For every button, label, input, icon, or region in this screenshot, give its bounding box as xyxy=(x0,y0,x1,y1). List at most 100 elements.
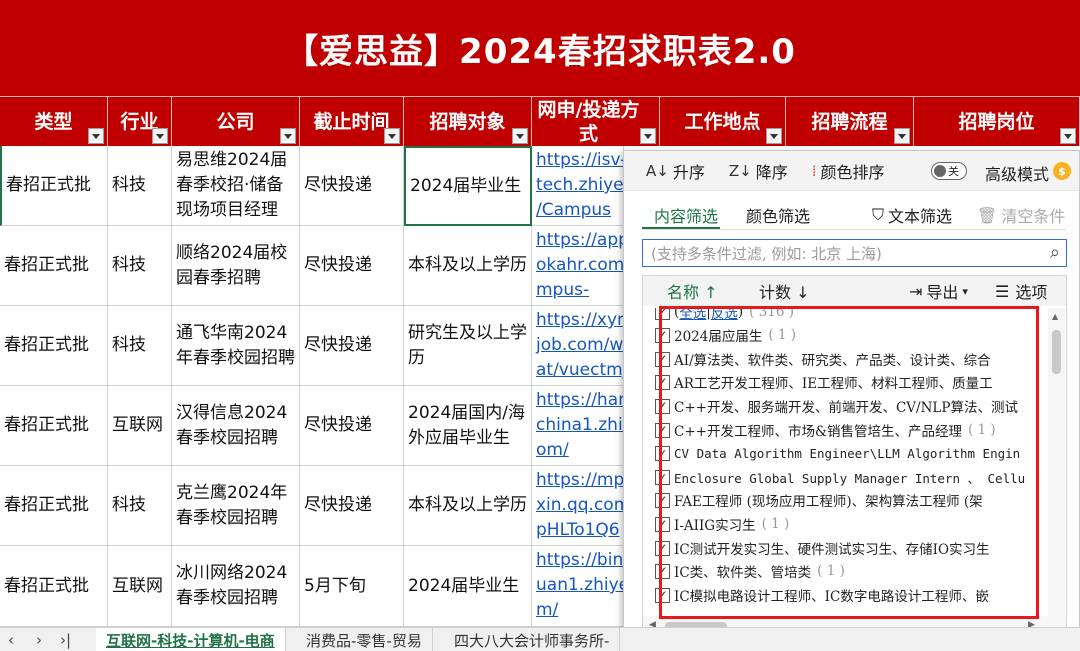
clear-conditions-label: 清空条件 xyxy=(1001,207,1066,226)
last-sheet-icon[interactable]: ›| xyxy=(60,631,71,649)
premium-coin-icon[interactable]: $ xyxy=(1053,162,1071,180)
checkbox[interactable]: ✓ xyxy=(655,492,670,508)
cell-deadline[interactable]: 尽快投递 xyxy=(300,306,404,386)
list-item[interactable]: ✓ IC模拟电路设计工程师、IC数字电路设计工程师、嵌 xyxy=(655,584,1045,606)
sort-by-name-button[interactable]: 名称 ↑ xyxy=(667,279,718,303)
select-all-item[interactable]: ✓ (全选 | 反选) ( 316 ) xyxy=(655,308,1045,323)
sort-descending-button[interactable]: Z↓ 降序 xyxy=(729,159,788,183)
cell-apply-link[interactable]: https://isv- tech.zhiye. /Campus xyxy=(532,146,624,226)
list-item[interactable]: ✓ AR工艺开发工程师、IE工程师、材料工程师、质量工 xyxy=(655,371,1045,393)
list-item[interactable]: ✓ Enclosure Global Supply Manager Intern… xyxy=(655,466,1045,488)
checkbox[interactable]: ✓ xyxy=(655,563,670,579)
cell-type[interactable]: 春招正式批 xyxy=(0,226,108,306)
checkbox[interactable]: ✓ xyxy=(655,516,670,532)
checkbox[interactable]: ✓ xyxy=(655,587,670,603)
checkbox[interactable]: ✓ xyxy=(655,398,670,414)
checkbox[interactable]: ✓ xyxy=(655,351,670,367)
cell-deadline[interactable]: 尽快投递 xyxy=(300,386,404,466)
scroll-up-icon[interactable]: ▲ xyxy=(1052,312,1058,321)
checkbox[interactable]: ✓ xyxy=(655,469,670,485)
export-button[interactable]: ⇥ 导出 ▾ xyxy=(909,279,968,303)
list-item[interactable]: ✓ FAE工程师 (现场应用工程师)、架构算法工程师 (架 xyxy=(655,489,1045,511)
list-item[interactable]: ✓ C++开发工程师、市场&销售管培生、产品经理 ( 1 ) xyxy=(655,419,1045,441)
cell-target[interactable]: 研究生及以上学历 xyxy=(404,306,532,386)
advanced-mode-toggle[interactable]: 关 xyxy=(931,162,967,180)
column-header-label: 招聘岗位 xyxy=(958,110,1035,133)
cell-apply-link[interactable]: https://app okahr.com mpus- xyxy=(532,226,624,306)
list-item[interactable]: ✓ AI/算法类、软件类、研究类、产品类、设计类、综合 xyxy=(655,348,1045,370)
filter-dropdown-icon[interactable] xyxy=(640,128,656,144)
tab-content-filter[interactable]: 内容筛选 xyxy=(654,203,718,227)
cell-company[interactable]: 克兰鹰2024年春季校园招聘 xyxy=(172,466,300,546)
cell-type[interactable]: 春招正式批 xyxy=(0,386,108,466)
cell-industry[interactable]: 科技 xyxy=(108,146,172,226)
cell-target[interactable]: 本科及以上学历 xyxy=(404,466,532,546)
filter-dropdown-icon[interactable] xyxy=(280,128,296,144)
list-item[interactable]: ✓ 2024届应届生 ( 1 ) xyxy=(655,324,1045,346)
cell-type[interactable]: 春招正式批 xyxy=(0,466,108,546)
filter-dropdown-icon[interactable] xyxy=(88,128,104,144)
list-item[interactable]: ✓ IC类、软件类、管培类 ( 1 ) xyxy=(655,560,1045,582)
filter-dropdown-icon[interactable] xyxy=(152,128,168,144)
cell-company[interactable]: 汉得信息2024春季校园招聘 xyxy=(172,386,300,466)
cell-apply-link[interactable]: https://har china1.zhiy om/ xyxy=(532,386,624,466)
cell-industry[interactable]: 科技 xyxy=(108,306,172,386)
cell-type[interactable]: 春招正式批 xyxy=(0,146,108,226)
checkbox[interactable]: ✓ xyxy=(655,374,670,390)
clear-conditions-button[interactable]: 🗑 清空条件 xyxy=(977,203,1065,227)
cell-deadline[interactable]: 5月下旬 xyxy=(300,546,404,627)
filter-dropdown-icon[interactable] xyxy=(384,128,400,144)
filter-dropdown-icon[interactable] xyxy=(512,128,528,144)
sheet-tab-consumer[interactable]: 消费品-零售-贸易 xyxy=(296,628,433,651)
checkbox[interactable]: ✓ xyxy=(655,445,670,461)
cell-industry[interactable]: 互联网 xyxy=(108,546,172,627)
cell-type[interactable]: 春招正式批 xyxy=(0,306,108,386)
cell-apply-link[interactable]: https://mp xin.qq.com pHLTo1Q6 xyxy=(532,466,624,546)
cell-industry[interactable]: 科技 xyxy=(108,226,172,306)
filter-dropdown-icon[interactable] xyxy=(894,128,910,144)
select-all-link[interactable]: 全选 xyxy=(679,308,706,322)
invert-selection-link[interactable]: 反选 xyxy=(711,308,738,322)
link-line: tech.zhiye. xyxy=(536,175,624,195)
cell-target[interactable]: 2024届国内/海外应届毕业生 xyxy=(404,386,532,466)
checkbox[interactable]: ✓ xyxy=(655,540,670,556)
cell-company[interactable]: 通飞华南2024年春季校园招聘 xyxy=(172,306,300,386)
cell-industry[interactable]: 互联网 xyxy=(108,386,172,466)
cell-target[interactable]: 2024届毕业生 xyxy=(404,546,532,627)
list-item[interactable]: ✓ IC测试开发实习生、硬件测试实习生、存储IO实习生 xyxy=(655,537,1045,559)
sheet-tab-internet[interactable]: 互联网-科技-计算机-电商 xyxy=(96,628,286,651)
checkbox[interactable]: ✓ xyxy=(655,422,670,438)
options-button[interactable]: ☰ 选项 xyxy=(995,279,1047,303)
cell-target[interactable]: 2024届毕业生 xyxy=(404,146,532,226)
first-sheet-icon[interactable]: ‹ xyxy=(8,631,14,649)
filter-dropdown-icon[interactable] xyxy=(1060,128,1076,144)
cell-company[interactable]: 顺络2024届校园春季招聘 xyxy=(172,226,300,306)
scrollbar-thumb[interactable] xyxy=(1052,330,1061,374)
cell-deadline[interactable]: 尽快投递 xyxy=(300,226,404,306)
checkbox[interactable]: ✓ xyxy=(655,327,670,343)
cell-deadline[interactable]: 尽快投递 xyxy=(300,466,404,546)
sort-by-count-button[interactable]: 计数 ↓ xyxy=(759,279,810,303)
search-icon[interactable]: ⌕ xyxy=(1050,242,1060,263)
cell-apply-link[interactable]: https://bin uan1.zhiye m/ xyxy=(532,546,624,627)
cell-industry[interactable]: 科技 xyxy=(108,466,172,546)
list-item[interactable]: ✓ C++开发、服务端开发、前端开发、CV/NLP算法、测试 xyxy=(655,395,1045,417)
filter-dropdown-icon[interactable] xyxy=(766,128,782,144)
vertical-scrollbar[interactable]: ▲ xyxy=(1048,308,1065,616)
sheet-tab-accounting[interactable]: 四大八大会计师事务所- xyxy=(444,628,621,651)
cell-type[interactable]: 春招正式批 xyxy=(0,546,108,627)
sort-ascending-button[interactable]: A↓ 升序 xyxy=(646,159,705,183)
cell-company[interactable]: 冰川网络2024春季校园招聘 xyxy=(172,546,300,627)
tab-color-filter[interactable]: 颜色筛选 xyxy=(746,203,810,227)
list-item[interactable]: ✓ I-AIIG实习生 ( 1 ) xyxy=(655,513,1045,535)
checkbox[interactable]: ✓ xyxy=(655,308,670,320)
cell-company[interactable]: 易思维2024届春季校招·储备现场项目经理 xyxy=(172,146,300,226)
cell-apply-link[interactable]: https://xyn job.com/w at/vuectmj xyxy=(532,306,624,386)
prev-sheet-icon[interactable]: › xyxy=(36,631,42,649)
sort-by-color-button[interactable]: ⁞ 颜色排序 xyxy=(812,159,885,183)
list-item[interactable]: ✓ CV Data Algorithm Engineer\LLM Algorit… xyxy=(655,442,1045,464)
text-filter-button[interactable]: ⛉ 文本筛选 xyxy=(872,203,952,227)
cell-target[interactable]: 本科及以上学历 xyxy=(404,226,532,306)
filter-search-input[interactable]: (支持多条件过滤, 例如: 北京 上海) ⌕ xyxy=(642,239,1067,267)
cell-deadline[interactable]: 尽快投递 xyxy=(300,146,404,226)
